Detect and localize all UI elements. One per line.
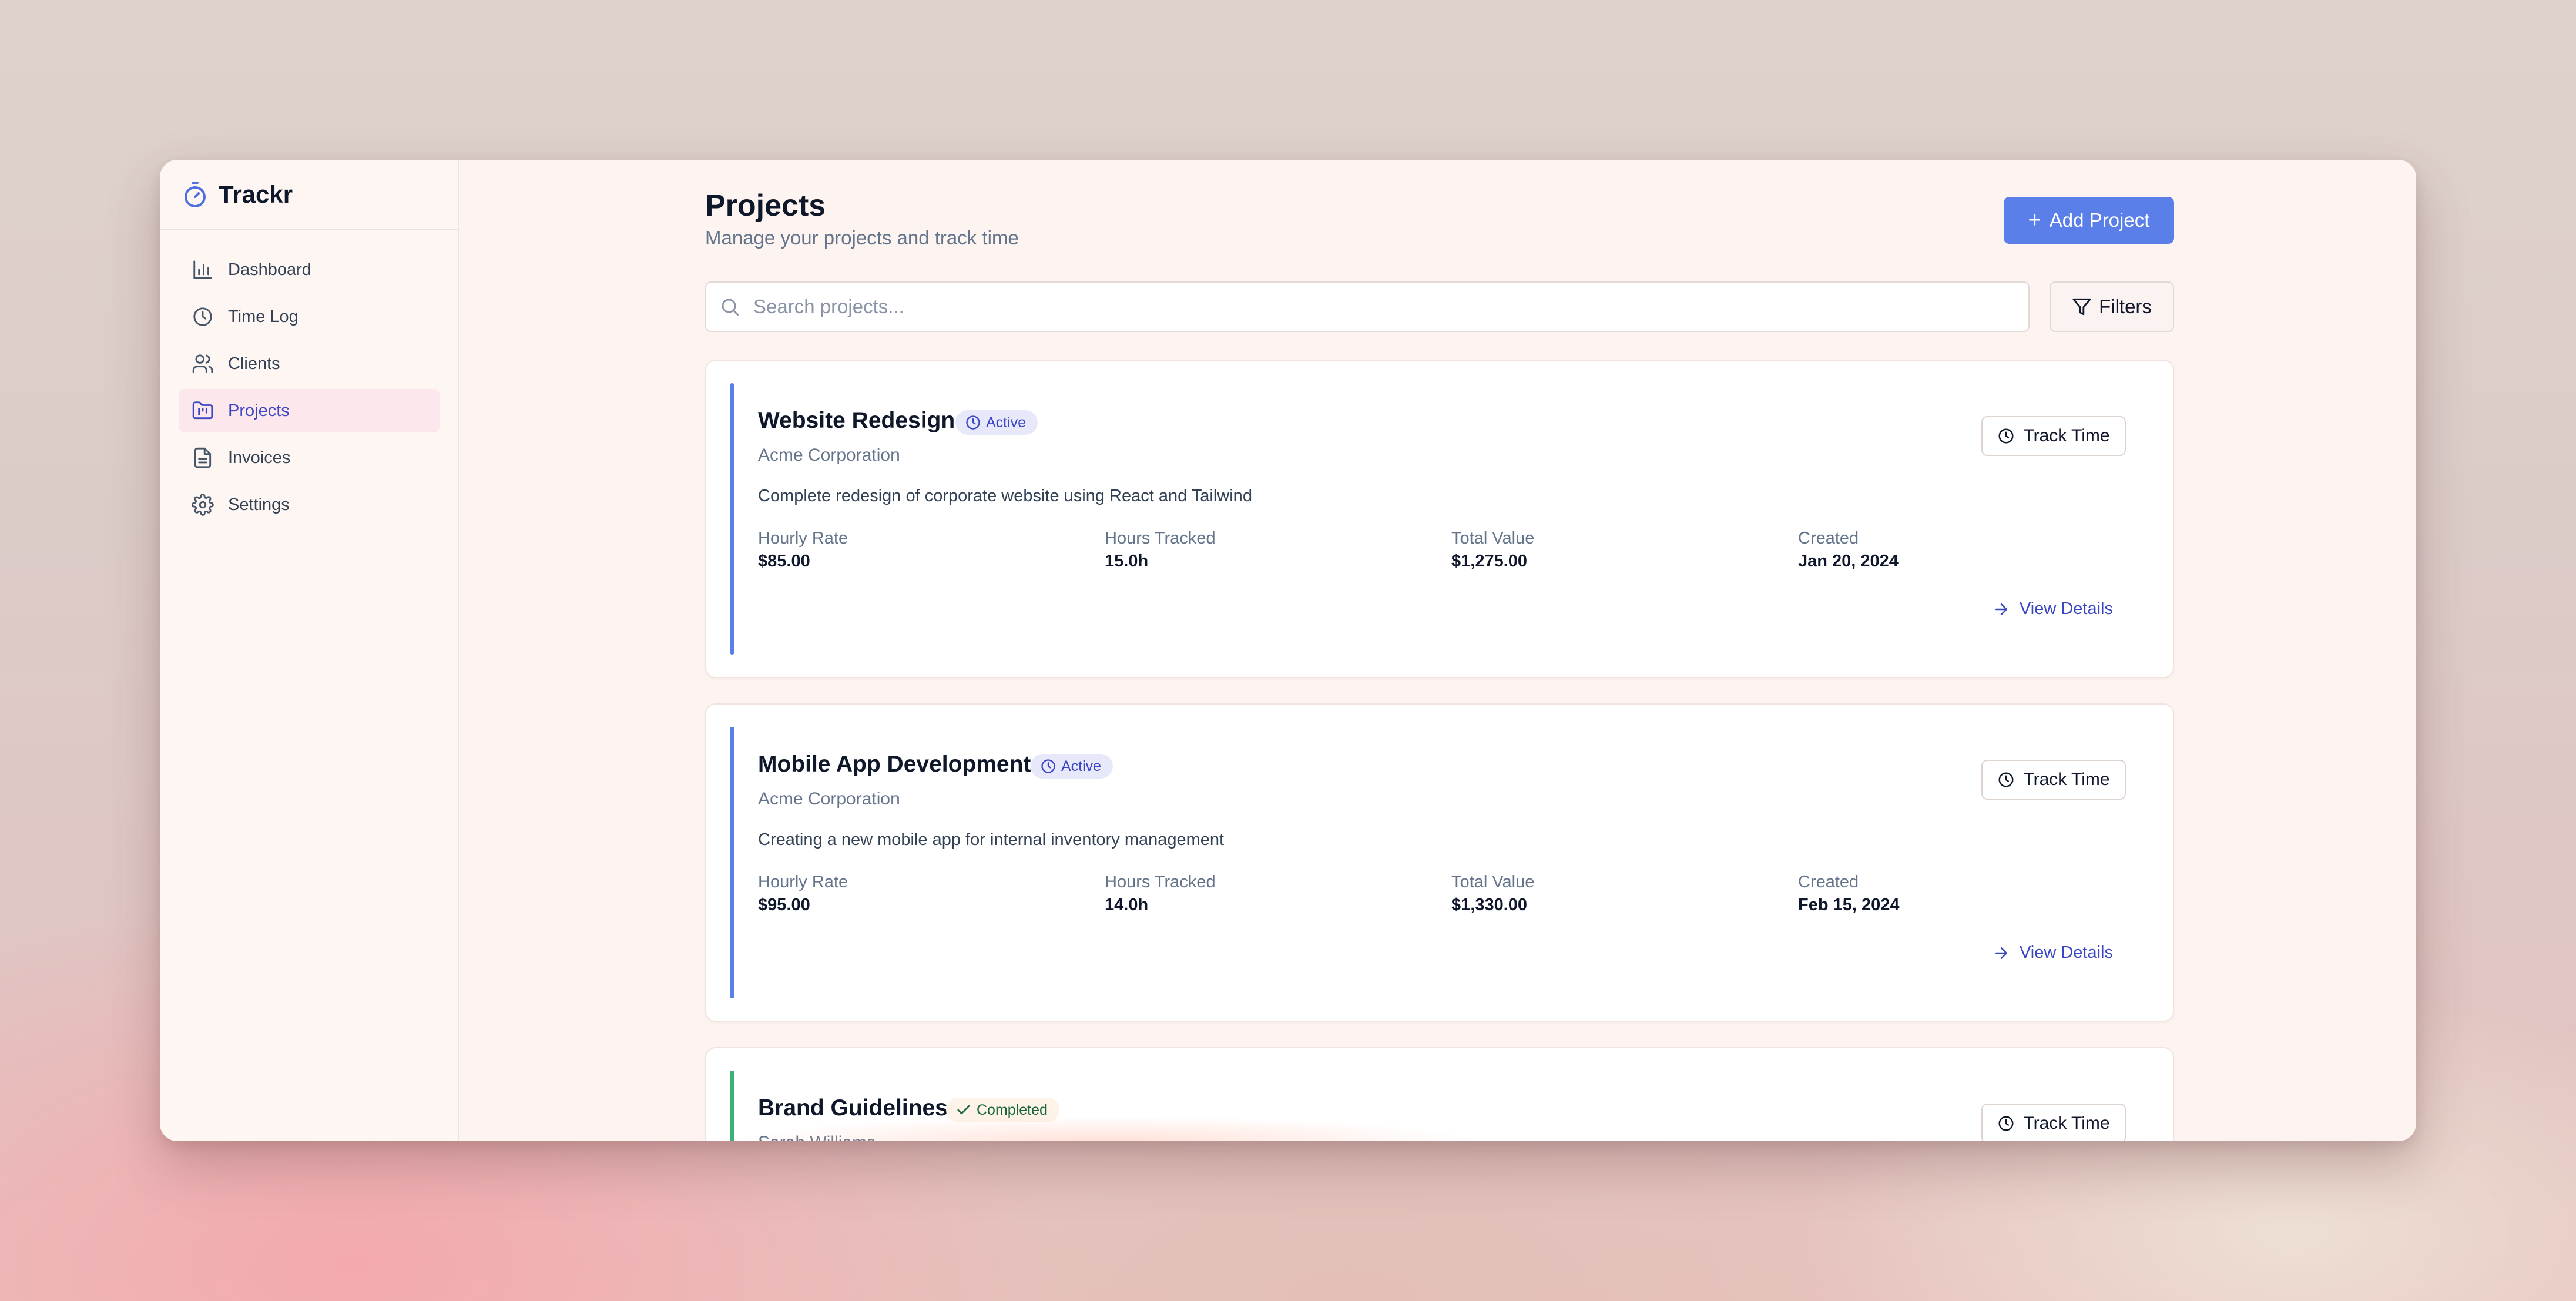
clock-icon: [1998, 428, 2014, 444]
project-name: Mobile App Development: [758, 752, 1031, 777]
total-value: Total Value $1,330.00: [1451, 873, 1534, 915]
search-icon: [722, 299, 739, 316]
stat-value: Feb 15, 2024: [1798, 896, 1900, 914]
filters-button[interactable]: Filters: [2050, 281, 2174, 332]
brand[interactable]: Trackr: [160, 160, 458, 230]
view-details-link[interactable]: View Details: [1993, 599, 2113, 619]
add-project-label: Add Project: [2049, 209, 2150, 231]
stat-label: Total Value: [1451, 529, 1535, 548]
stat-value: $1,330.00: [1451, 896, 1528, 914]
users-icon: [192, 354, 213, 373]
status-badge: Active: [1031, 754, 1113, 779]
total-value: Total Value $1,275.00: [1451, 529, 1534, 571]
project-card: Mobile App Development Active Acme Corpo…: [705, 703, 2174, 1022]
clock-icon: [966, 415, 980, 430]
created-date: Created Jan 20, 2024: [1798, 529, 1899, 571]
status-label: Completed: [977, 1101, 1048, 1118]
hourly-rate: Hourly Rate $85.00: [758, 529, 848, 571]
bar-chart-icon: [193, 260, 212, 279]
track-time-button[interactable]: Track Time: [1981, 1104, 2126, 1141]
sidebar-item-projects[interactable]: Projects: [179, 389, 440, 432]
stat-label: Created: [1798, 529, 1859, 548]
track-time-label: Track Time: [2023, 426, 2110, 445]
sidebar-item-label: Clients: [228, 354, 280, 373]
stat-label: Hours Tracked: [1105, 873, 1216, 891]
stat-value: 14.0h: [1105, 896, 1149, 914]
track-time-label: Track Time: [2023, 1114, 2110, 1133]
app-name: Trackr: [219, 180, 293, 208]
sidebar-item-label: Settings: [228, 495, 290, 514]
sidebar-nav: Dashboard Time Log Clients Projects Invo…: [160, 230, 458, 548]
track-time-label: Track Time: [2023, 770, 2110, 789]
stat-label: Hours Tracked: [1105, 529, 1216, 548]
status-badge: Active: [955, 410, 1038, 435]
sidebar-item-time-log[interactable]: Time Log: [179, 295, 440, 338]
search-input[interactable]: [752, 295, 2028, 318]
hourly-rate: Hourly Rate $95.00: [758, 873, 848, 915]
file-text-icon: [194, 447, 212, 468]
sidebar-item-settings[interactable]: Settings: [179, 483, 440, 527]
sidebar-item-label: Invoices: [228, 448, 291, 467]
main-content: Projects Manage your projects and track …: [459, 160, 2416, 1141]
filters-label: Filters: [2099, 296, 2152, 317]
status-accent-bar: [730, 1071, 734, 1141]
sidebar-item-label: Dashboard: [228, 260, 311, 279]
arrow-right-icon: [1995, 947, 2007, 959]
client-name: Acme Corporation: [758, 789, 900, 809]
view-details-link[interactable]: View Details: [1993, 943, 2113, 963]
stat-label: Total Value: [1451, 873, 1535, 891]
stat-value: $95.00: [758, 896, 810, 914]
clock-icon: [1998, 772, 2014, 787]
status-accent-bar: [730, 383, 734, 655]
client-name: Sarah Williams: [758, 1133, 876, 1141]
sidebar-item-invoices[interactable]: Invoices: [179, 436, 440, 480]
clock-icon: [193, 307, 212, 326]
sidebar-item-label: Projects: [228, 401, 290, 420]
hours-tracked: Hours Tracked 15.0h: [1105, 529, 1216, 571]
stat-value: 15.0h: [1105, 552, 1149, 571]
stat-value: $1,275.00: [1451, 552, 1528, 571]
project-description: Complete redesign of corporate website u…: [758, 487, 1252, 505]
app-window: Trackr Dashboard Time Log Clients Projec…: [160, 160, 2416, 1141]
project-name: Brand Guidelines: [758, 1095, 948, 1121]
stat-value: $85.00: [758, 552, 810, 571]
stopwatch-icon: [185, 182, 206, 207]
stat-label: Hourly Rate: [758, 529, 848, 548]
project-description: Creating a new mobile app for internal i…: [758, 830, 1225, 849]
arrow-right-icon: [1995, 603, 2007, 615]
sidebar-item-clients[interactable]: Clients: [179, 342, 440, 385]
gear-icon: [192, 494, 214, 516]
stat-label: Created: [1798, 873, 1859, 891]
status-label: Active: [1061, 757, 1102, 774]
page-subtitle: Manage your projects and track time: [705, 227, 1019, 249]
project-name: Website Redesign: [758, 408, 955, 433]
folder-kanban-icon: [192, 401, 213, 420]
project-card: Website Redesign Active Acme Corporation…: [705, 360, 2174, 678]
sidebar-item-label: Time Log: [228, 307, 298, 326]
clock-icon: [1998, 1116, 2014, 1131]
client-name: Acme Corporation: [758, 445, 900, 465]
stat-label: Hourly Rate: [758, 873, 848, 891]
view-details-label: View Details: [2019, 599, 2113, 618]
filter-icon: [2072, 298, 2091, 316]
clock-icon: [1041, 759, 1055, 773]
status-badge: Completed: [946, 1098, 1059, 1122]
sidebar-item-dashboard[interactable]: Dashboard: [179, 248, 440, 291]
plus-icon: +: [2028, 208, 2041, 233]
status-accent-bar: [730, 727, 734, 998]
add-project-button[interactable]: + Add Project: [2004, 197, 2174, 244]
status-label: Active: [986, 414, 1027, 431]
project-card: Brand Guidelines Completed Sarah William…: [705, 1047, 2174, 1141]
created-date: Created Feb 15, 2024: [1798, 873, 1900, 915]
track-time-button[interactable]: Track Time: [1981, 416, 2126, 456]
view-details-label: View Details: [2019, 943, 2113, 962]
track-time-button[interactable]: Track Time: [1981, 760, 2126, 800]
hours-tracked: Hours Tracked 14.0h: [1105, 873, 1216, 915]
check-icon: [957, 1105, 970, 1115]
search-bar: [705, 281, 2030, 332]
sidebar: Trackr Dashboard Time Log Clients Projec…: [160, 160, 459, 1141]
stat-value: Jan 20, 2024: [1798, 552, 1899, 571]
page-title: Projects: [705, 189, 826, 223]
